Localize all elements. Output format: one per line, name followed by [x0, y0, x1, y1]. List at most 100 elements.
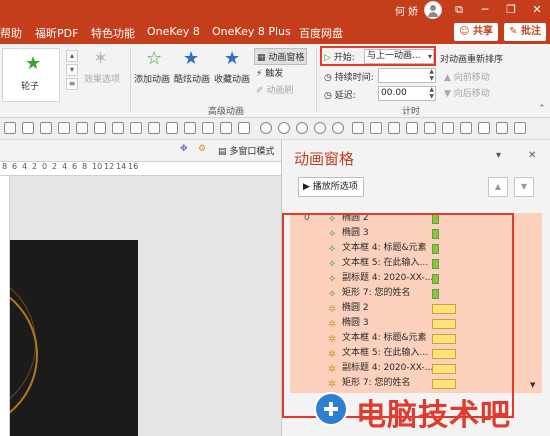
- start-select[interactable]: 与上一动画... ▾: [364, 49, 434, 64]
- align-icon[interactable]: [184, 122, 196, 134]
- multi-window-button[interactable]: ▤ 多窗口模式: [218, 144, 274, 157]
- user-name: 何 娇: [394, 7, 418, 18]
- align-icon[interactable]: [130, 122, 142, 134]
- animation-gallery[interactable]: ★ 轮子: [2, 48, 60, 102]
- align-icon[interactable]: [202, 122, 214, 134]
- ruler-tick: 2: [52, 162, 58, 171]
- ruler-tick: 2: [32, 162, 38, 171]
- align-icon[interactable]: [112, 122, 124, 134]
- align-icon[interactable]: [58, 122, 70, 134]
- chevron-down-icon: ▾: [427, 52, 432, 61]
- avatar[interactable]: [424, 1, 442, 19]
- start-label-text: 开始:: [333, 53, 355, 63]
- gallery-up-icon[interactable]: ▴: [66, 50, 78, 62]
- ruler-tick: 14: [116, 162, 127, 171]
- align-icon[interactable]: [220, 122, 232, 134]
- layer-icon[interactable]: [496, 122, 508, 134]
- layer-icon[interactable]: [460, 122, 472, 134]
- spin-arrows-icon[interactable]: ▲ ▼: [429, 86, 434, 100]
- comment-label: 批注: [521, 26, 541, 37]
- animation-painter-button[interactable]: ✐ 动画刷: [256, 83, 293, 96]
- effect-options-icon: ✶: [93, 48, 109, 69]
- layer-icon[interactable]: [388, 122, 400, 134]
- share-button[interactable]: ☺ 共享: [454, 23, 498, 41]
- play-icon: ▷: [324, 53, 331, 63]
- ribbon-display-options-icon[interactable]: ⧉: [446, 0, 472, 20]
- ruler-tick: 4: [62, 162, 68, 171]
- gallery-more-icon[interactable]: ≡: [66, 78, 78, 90]
- ruler-tick: 4: [22, 162, 28, 171]
- advanced-animation-group-title: 高级动画: [208, 107, 245, 117]
- play-selected-label: 播放所选项: [312, 182, 358, 192]
- favorite-animation-icon: ★: [224, 48, 241, 69]
- site-watermark: 电脑技术吧: [312, 386, 550, 434]
- shape-merge-icon[interactable]: [332, 122, 344, 134]
- shape-merge-icon[interactable]: [278, 122, 290, 134]
- align-icon[interactable]: [148, 122, 160, 134]
- pane-options-icon[interactable]: ▾: [496, 150, 501, 161]
- pin-icon[interactable]: ✥: [180, 144, 188, 154]
- layer-icon[interactable]: [424, 122, 436, 134]
- restore-icon[interactable]: ❐: [498, 0, 524, 20]
- align-icon[interactable]: [166, 122, 178, 134]
- move-up-icon[interactable]: ▲: [488, 177, 508, 197]
- comment-button[interactable]: ✎ 批注: [504, 23, 546, 41]
- shape-merge-icon[interactable]: [296, 122, 308, 134]
- shape-merge-icon[interactable]: [260, 122, 272, 134]
- list-scrollbar[interactable]: ▼: [530, 217, 538, 389]
- align-icon[interactable]: [238, 122, 250, 134]
- ruler-tick: 0: [42, 162, 48, 171]
- move-earlier-label: 向前移动: [453, 73, 490, 83]
- menu-onekey8-plus[interactable]: OneKey 8 Plus: [212, 25, 291, 38]
- shape-merge-icon[interactable]: [314, 122, 326, 134]
- effect-options-button[interactable]: 效果选项: [84, 72, 120, 85]
- menu-help[interactable]: 帮助: [0, 25, 22, 41]
- layer-icon[interactable]: [478, 122, 490, 134]
- watermark-text: 电脑技术吧: [356, 398, 511, 433]
- animation-painter-label: 动画刷: [266, 86, 294, 96]
- layer-icon[interactable]: [514, 122, 526, 134]
- ribbon-divider: [130, 48, 131, 112]
- gear-icon[interactable]: ⚙: [198, 144, 206, 154]
- menu-onekey8[interactable]: OneKey 8: [147, 25, 200, 38]
- layer-icon[interactable]: [406, 122, 418, 134]
- ruler-tick: 16: [128, 162, 139, 171]
- menu-baidu-netdisk[interactable]: 百度网盘: [299, 25, 343, 41]
- close-icon[interactable]: ✕: [528, 150, 536, 161]
- align-icon[interactable]: [4, 122, 16, 134]
- add-animation-button[interactable]: 添加动画: [134, 72, 170, 85]
- slide-canvas[interactable]: [10, 240, 138, 436]
- align-icon[interactable]: [94, 122, 106, 134]
- layer-icon[interactable]: [370, 122, 382, 134]
- align-icon[interactable]: [40, 122, 52, 134]
- move-down-icon[interactable]: ▼: [514, 177, 534, 197]
- layer-icon[interactable]: [442, 122, 454, 134]
- menu-special-features[interactable]: 特色功能: [91, 25, 135, 41]
- delay-input[interactable]: 00.00 ▲ ▼: [378, 86, 436, 101]
- align-icon[interactable]: [76, 122, 88, 134]
- play-selected-button[interactable]: ▶ 播放所选项: [298, 177, 364, 197]
- ruler-tick: 12: [104, 162, 115, 171]
- gallery-down-icon[interactable]: ▾: [66, 64, 78, 76]
- trigger-button[interactable]: ⚡ 触发: [256, 66, 283, 79]
- align-icon[interactable]: [22, 122, 34, 134]
- slide-toolbar: ✥ ⚙ ▤ 多窗口模式: [0, 140, 281, 162]
- collapse-ribbon-icon[interactable]: ⌃: [538, 104, 546, 114]
- menu-foxit-pdf[interactable]: 福昕PDF: [35, 25, 78, 41]
- start-highlight-frame: ▷ 开始: 与上一动画... ▾: [320, 46, 436, 66]
- layer-icon[interactable]: [352, 122, 364, 134]
- cool-animation-button[interactable]: 酷炫动画: [174, 72, 210, 85]
- alignment-toolbar: [0, 118, 550, 140]
- ruler-tick: 8: [82, 162, 88, 171]
- ruler-tick: 6: [72, 162, 78, 171]
- duration-input[interactable]: ▲ ▼: [378, 68, 436, 83]
- minimize-icon[interactable]: ─: [472, 0, 498, 20]
- move-later-button[interactable]: ▼ 向后移动: [444, 86, 490, 99]
- vertical-ruler: [0, 176, 10, 436]
- spin-arrows-icon[interactable]: ▲ ▼: [429, 68, 434, 82]
- delay-label-text: 延迟:: [334, 91, 356, 101]
- favorite-animation-button[interactable]: 收藏动画: [214, 72, 250, 85]
- close-icon[interactable]: ✕: [524, 0, 550, 20]
- move-earlier-button[interactable]: ▲ 向前移动: [444, 70, 490, 83]
- animation-pane-button[interactable]: ▦ 动画窗格: [254, 48, 308, 65]
